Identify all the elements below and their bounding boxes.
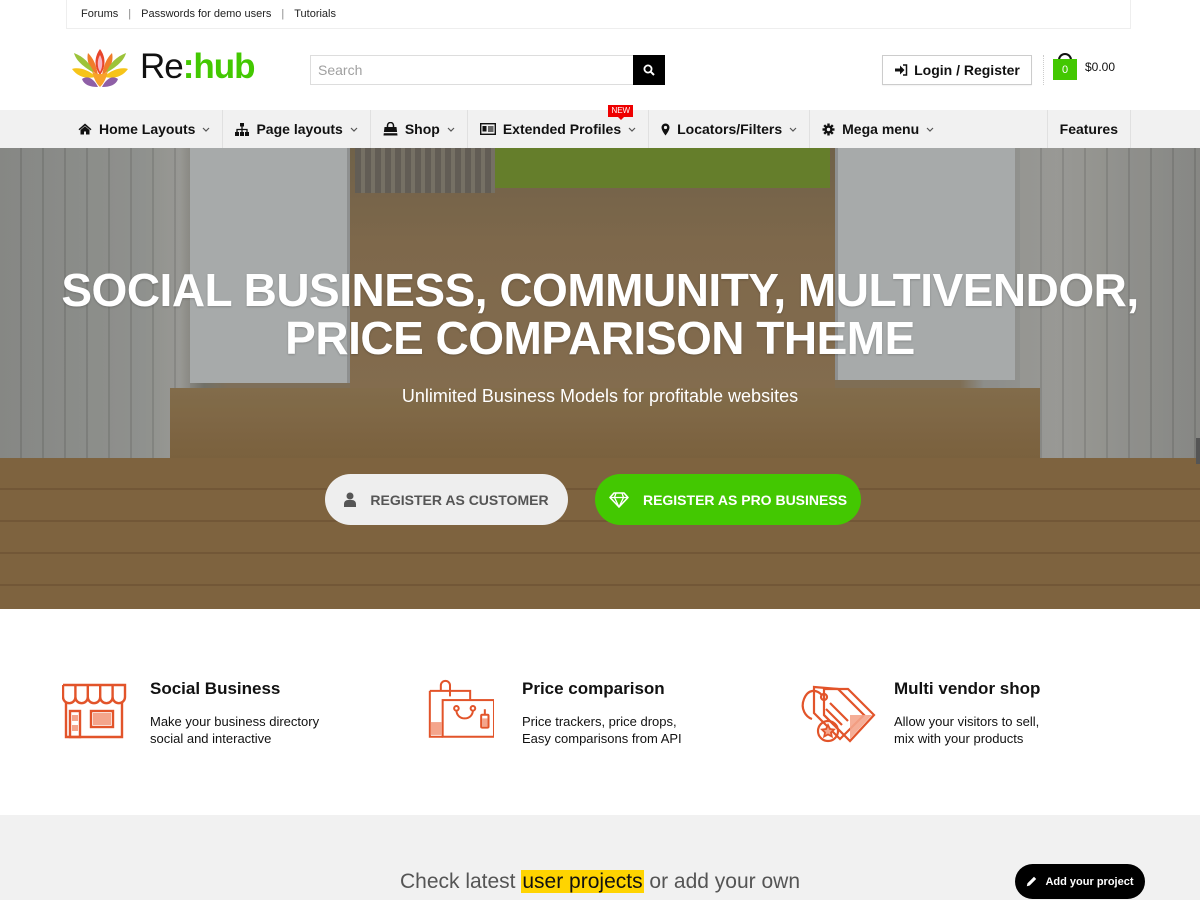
nav-item-extended-profiles[interactable]: NEW Extended Profiles bbox=[468, 105, 650, 148]
features-section: Social Business Make your business direc… bbox=[0, 609, 1200, 815]
search-form bbox=[310, 55, 665, 85]
search-icon bbox=[643, 64, 655, 76]
gear-icon bbox=[822, 123, 835, 136]
map-marker-icon bbox=[661, 123, 670, 136]
chevron-down-icon bbox=[926, 127, 934, 132]
feature-title: Price comparison bbox=[522, 679, 665, 698]
side-scroll-tab[interactable] bbox=[1196, 438, 1200, 464]
nav-label: Home Layouts bbox=[99, 121, 196, 137]
feature-title: Multi vendor shop bbox=[894, 679, 1041, 698]
register-customer-label: REGISTER AS CUSTOMER bbox=[370, 491, 549, 508]
sitemap-icon bbox=[235, 122, 250, 136]
chevron-down-icon bbox=[447, 127, 455, 132]
login-register-button[interactable]: Login / Register bbox=[882, 55, 1032, 85]
nav-label: Features bbox=[1059, 121, 1118, 137]
shopping-bags-icon bbox=[428, 679, 494, 738]
nav-label: Locators/Filters bbox=[677, 121, 783, 137]
feature-multi-vendor-shop: Multi vendor shop Allow your visitors to… bbox=[800, 679, 1040, 747]
chevron-down-icon bbox=[789, 127, 797, 132]
lotus-logo-icon bbox=[72, 49, 128, 87]
nav-label: Mega menu bbox=[842, 121, 920, 137]
user-icon bbox=[344, 492, 357, 507]
cart-total: $0.00 bbox=[1085, 60, 1116, 74]
top-link-tutorials[interactable]: Tutorials bbox=[294, 8, 336, 20]
cart-button[interactable]: 0 $0.00 bbox=[1053, 53, 1115, 80]
new-badge: NEW bbox=[608, 105, 634, 120]
add-project-label: Add your project bbox=[1045, 875, 1134, 888]
user-projects-link[interactable]: user projects bbox=[521, 870, 644, 893]
nav-item-home-layouts[interactable]: Home Layouts bbox=[66, 110, 224, 148]
search-input[interactable] bbox=[310, 55, 633, 85]
register-customer-button[interactable]: REGISTER AS CUSTOMER bbox=[325, 474, 568, 525]
pencil-icon bbox=[1027, 876, 1037, 887]
nav-label: Page layouts bbox=[256, 121, 343, 137]
add-project-button[interactable]: Add your project bbox=[1015, 864, 1145, 899]
chevron-down-icon bbox=[350, 127, 358, 132]
separator: | bbox=[128, 8, 132, 20]
logo-text: Re:hub bbox=[140, 47, 256, 86]
register-pro-business-button[interactable]: REGISTER AS PRO BUSINESS bbox=[595, 474, 861, 525]
feature-title: Social Business bbox=[150, 679, 281, 698]
search-button[interactable] bbox=[633, 55, 665, 85]
feature-price-comparison: Price comparison Price trackers, price d… bbox=[428, 679, 682, 747]
hero-banner: SOCIAL BUSINESS, COMMUNITY, MULTIVENDOR,… bbox=[0, 148, 1200, 609]
login-register-label: Login / Register bbox=[914, 62, 1020, 78]
feature-description: Make your business directory social and i… bbox=[150, 714, 320, 746]
shopping-bag-icon bbox=[382, 122, 398, 136]
storefront-icon bbox=[62, 683, 127, 739]
divider bbox=[1043, 55, 1044, 85]
hero-subtitle: Unlimited Business Models for profitable… bbox=[401, 386, 799, 406]
nav-label: Shop bbox=[404, 121, 440, 137]
top-links-bar: Forums | Passwords for demo users | Tuto… bbox=[66, 0, 1131, 29]
hero-title-line2: PRICE COMPARISON THEME bbox=[285, 312, 915, 364]
sign-in-icon bbox=[895, 64, 908, 76]
nav-item-mega-menu[interactable]: Mega menu bbox=[810, 110, 946, 148]
register-pro-label: REGISTER AS PRO BUSINESS bbox=[642, 491, 848, 508]
main-nav: Home Layouts Page layouts Shop NEW Exten… bbox=[0, 105, 1200, 148]
price-tags-icon bbox=[801, 685, 876, 743]
diamond-icon bbox=[609, 491, 629, 508]
shopping-bag-icon: 0 bbox=[1053, 53, 1077, 80]
top-link-passwords[interactable]: Passwords for demo users bbox=[141, 8, 271, 20]
nav-item-page-layouts[interactable]: Page layouts bbox=[223, 110, 371, 148]
chevron-down-icon bbox=[202, 127, 210, 132]
nav-item-locators-filters[interactable]: Locators/Filters bbox=[649, 110, 811, 148]
hero-title-line1: SOCIAL BUSINESS, COMMUNITY, MULTIVENDOR, bbox=[61, 264, 1139, 316]
hero-title: SOCIAL BUSINESS, COMMUNITY, MULTIVENDOR,… bbox=[0, 266, 1200, 362]
feature-description: Allow your visitors to sell, mix with you… bbox=[894, 714, 1040, 746]
feature-description: Price trackers, price drops, Easy compari… bbox=[522, 714, 682, 746]
separator: | bbox=[281, 8, 285, 20]
home-icon bbox=[78, 123, 92, 135]
logo[interactable]: Re:hub bbox=[70, 45, 256, 89]
nav-label: Extended Profiles bbox=[502, 121, 622, 137]
chevron-down-icon bbox=[628, 127, 636, 132]
cart-count: 0 bbox=[1053, 59, 1077, 80]
feature-social-business: Social Business Make your business direc… bbox=[62, 679, 319, 747]
top-link-forums[interactable]: Forums bbox=[81, 8, 118, 20]
site-header: Re:hub Login / Register 0 $0.00 bbox=[0, 29, 1200, 110]
nav-item-shop[interactable]: Shop bbox=[371, 110, 468, 148]
id-card-icon bbox=[479, 123, 496, 135]
nav-item-features[interactable]: Features bbox=[1046, 110, 1131, 148]
user-projects-section: Check latest user projects or add your o… bbox=[0, 815, 1200, 900]
